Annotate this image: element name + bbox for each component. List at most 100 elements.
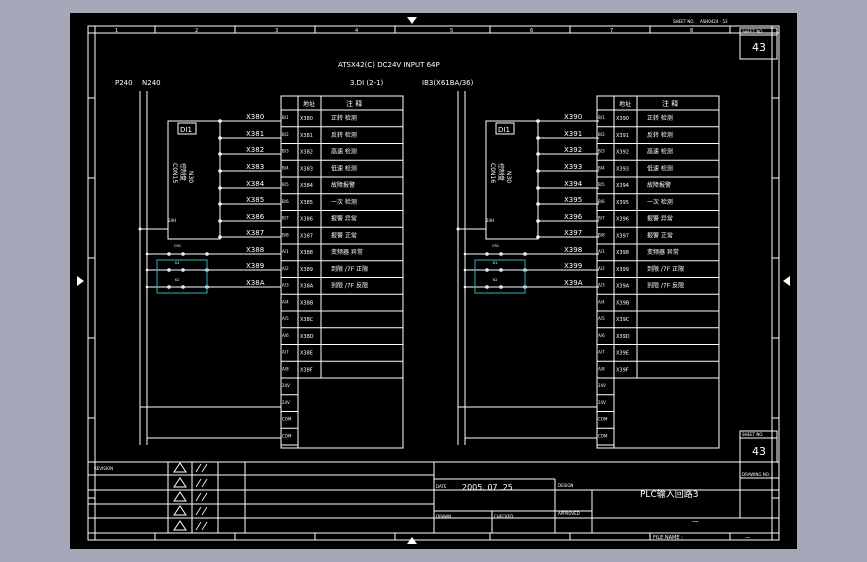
address-cell: X38C [300, 317, 314, 323]
checked-label: CHECKED [494, 514, 513, 519]
description-cell: 变频器 异常 [647, 248, 679, 256]
description-cell: 低速 检测 [647, 164, 673, 172]
description-cell: 故障报警 [331, 181, 355, 189]
description-cell: 到限 /7F 反限 [331, 282, 368, 290]
description-cell: 反转 检测 [331, 131, 357, 139]
address-cell: X38B [300, 300, 314, 306]
address-cell: X39A [616, 284, 630, 290]
arrow-left-icon [783, 276, 790, 286]
arrow-right-icon [77, 276, 84, 286]
grid-number: 8 [690, 28, 693, 34]
wire-label: X397 [564, 229, 582, 237]
sheet-no: 43 [752, 41, 766, 54]
wire-label: X388 [246, 246, 264, 254]
wire-label: X395 [564, 196, 582, 204]
pin-label: A/7 [598, 350, 605, 355]
aux-label: K1 [175, 261, 180, 265]
wire-label: X390 [564, 113, 582, 121]
address-cell: X398 [616, 250, 629, 256]
wire-label: X384 [246, 180, 265, 188]
device-sub2-label: N30 [505, 171, 512, 183]
address-cell: X390 [616, 116, 629, 122]
wire-label: X391 [564, 130, 582, 138]
address-cell: X39D [616, 334, 630, 340]
address-cell: X38A [300, 284, 314, 290]
description-cell: 一次 检测 [647, 198, 673, 206]
pin-label: A/3 [282, 283, 289, 288]
diagram-title-2: 3.DI (2-1) [350, 79, 384, 87]
description-cell: 报警 正常 [647, 231, 673, 239]
revision-triangles [173, 462, 208, 531]
grid-number: 4 [355, 28, 358, 34]
pin-label: 24V [282, 400, 290, 405]
pin-label: B/6 [598, 199, 605, 204]
pin-label: A/8 [598, 366, 605, 371]
diagram-title-1: ATSX42(C) DC24V INPUT 64P [338, 61, 440, 69]
drawing-no-label: DRAWING NO. [742, 472, 770, 477]
description-cell: 报警 异常 [647, 215, 673, 223]
file-name-value: — [745, 535, 750, 541]
wire-label: X398 [564, 246, 582, 254]
pin-label: A/2 [282, 266, 289, 271]
sheet-label-2: SHEET NO. [742, 432, 764, 437]
pin-label: 24V [598, 383, 606, 388]
device-sub-label: 控制盘 [497, 163, 505, 181]
pin-label: A/8 [282, 366, 289, 371]
pin-label: A/2 [598, 266, 605, 271]
pin-label: 24V [598, 400, 606, 405]
pin-label: B/3 [598, 149, 605, 154]
address-cell: X381 [300, 133, 313, 139]
power-p: P240 [115, 79, 133, 87]
pin-label: COM [282, 433, 292, 438]
pin-label: A/7 [282, 350, 289, 355]
wire-label: X396 [564, 213, 583, 221]
address-cell: X383 [300, 166, 313, 172]
grid-number: 7 [610, 28, 613, 34]
arrow-down-icon [407, 17, 417, 24]
address-cell: X393 [616, 166, 629, 172]
column-header-address: 地址 [303, 100, 315, 108]
drawn-label: DRAWN [436, 514, 451, 519]
address-cell: X396 [616, 217, 629, 223]
pin-label: B/1 [598, 115, 605, 120]
address-cell: X38F [300, 367, 313, 373]
sheet-ref: ASH0424 - 53 [700, 19, 728, 24]
grid-number: 2 [195, 28, 198, 34]
address-cell: X386 [300, 217, 313, 223]
wire-label: X382 [246, 146, 264, 154]
address-cell: X39B [616, 300, 630, 306]
device-label: C0N15 [171, 163, 178, 183]
description-cell: 正转 检测 [331, 114, 357, 122]
pin-label: A/4 [282, 299, 289, 304]
description-cell: 报警 异常 [331, 215, 357, 223]
pin-label: COM [598, 433, 608, 438]
description-cell: 正转 检测 [647, 114, 673, 122]
description-cell: 到限 /7F 反限 [647, 282, 684, 290]
pin-label: COM [282, 417, 292, 422]
sheet-code-label: SHEET NO. [673, 19, 695, 24]
address-cell: X392 [616, 150, 629, 156]
description-cell: 报警 正常 [331, 231, 357, 239]
pin-label: B/6 [282, 199, 289, 204]
device-sub2-label: N30 [187, 171, 194, 183]
description-cell: 到限 /7F 正限 [647, 265, 684, 273]
pin-label: B/8 [598, 232, 605, 237]
pin-label: B/4 [598, 165, 605, 170]
wire-label: X39A [564, 279, 583, 287]
common-label: 24H [486, 218, 494, 223]
aux-label: CR1 [492, 244, 499, 248]
wire-label: X394 [564, 180, 583, 188]
wire-label: X393 [564, 163, 582, 171]
address-cell: X388 [300, 250, 313, 256]
device-sub-label: 控制盘 [179, 163, 187, 181]
drawing-viewport[interactable]: 1 2 3 4 5 6 7 8 SHEET NO. ASH0424 - 53 S… [70, 13, 797, 549]
description-cell: 变频器 异常 [331, 248, 363, 256]
address-cell: X389 [300, 267, 313, 273]
module-label: DI1 [180, 126, 192, 134]
triangle-icon [173, 505, 187, 516]
wire-label: X38A [246, 279, 265, 287]
grid-number: 1 [115, 28, 118, 34]
address-cell: X39C [616, 317, 630, 323]
drawing-dash: — [692, 517, 699, 525]
right-io-table: 地址 注 释 B/1 X390 正转 检测 B/2 X391 反转 检测 B/3 X392 高速 检… [596, 95, 720, 449]
